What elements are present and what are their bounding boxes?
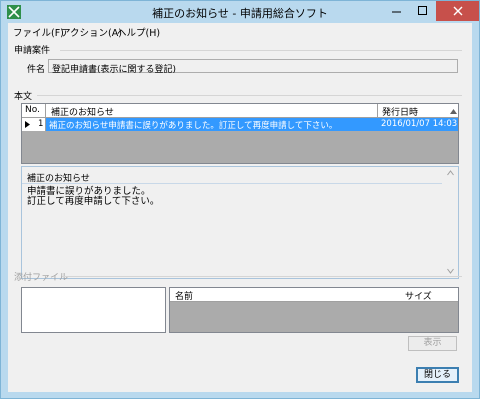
menu-help[interactable]: ヘルプ(H) <box>117 25 160 39</box>
window: 補正のお知らせ - 申請用総合ソフト ファイル(F) アクション(A) ヘルプ(… <box>0 0 480 399</box>
menu-file[interactable]: ファイル(F) <box>13 25 64 39</box>
minimize-icon <box>392 11 401 13</box>
title-bar: 補正のお知らせ - 申請用総合ソフト <box>1 1 479 23</box>
close-button[interactable]: 閉じる <box>416 367 459 383</box>
notice-grid[interactable]: No. 補正のお知らせ 発行日時 1 補正のお知らせ申請書に誤りがありました。訂… <box>21 103 459 164</box>
attachments-divider <box>62 276 462 277</box>
column-no[interactable]: No. <box>25 105 40 115</box>
case-divider <box>60 50 462 51</box>
attachment-grid-header: 名前 サイズ <box>170 288 458 302</box>
row-date: 2016/01/07 14:03 <box>381 119 458 129</box>
close-window-button[interactable] <box>436 1 479 21</box>
scroll-down-icon <box>447 268 454 274</box>
column-separator <box>377 104 378 117</box>
scroll-up-icon <box>447 170 454 176</box>
column-separator <box>45 104 46 117</box>
attachment-folder-list[interactable] <box>21 287 166 333</box>
close-icon <box>453 6 462 16</box>
notice-grid-header: No. 補正のお知らせ 発行日時 <box>22 104 458 118</box>
column-size[interactable]: サイズ <box>405 289 432 302</box>
notice-message-panel: 補正のお知らせ 申請書に誤りがありました。 訂正して再度申請して下さい。 <box>21 166 459 279</box>
attachments-section-label: 添付ファイル <box>14 273 69 283</box>
scroll-up-icon[interactable] <box>450 107 457 117</box>
maximize-button[interactable] <box>410 1 436 21</box>
column-notice[interactable]: 補正のお知らせ <box>51 105 114 118</box>
column-date[interactable]: 発行日時 <box>382 105 418 118</box>
subject-label: 件名 <box>27 65 46 75</box>
client-area: ファイル(F) アクション(A) ヘルプ(H) 申請案件 件名 登記申請書(表示… <box>8 23 472 392</box>
row-subject: 補正のお知らせ申請書に誤りがありました。訂正して再度申請して下さい。 <box>49 121 338 131</box>
show-button[interactable]: 表示 <box>408 336 457 351</box>
message-text: 申請書に誤りがありました。 訂正して再度申請して下さい。 <box>27 186 160 207</box>
row-selection: 補正のお知らせ申請書に誤りがありました。訂正して再度申請して下さい。 2016/… <box>46 118 458 131</box>
current-row-icon <box>25 121 30 128</box>
case-section-label: 申請案件 <box>14 46 51 56</box>
row-no: 1 <box>38 119 44 129</box>
attachment-grid[interactable]: 名前 サイズ <box>169 287 459 333</box>
body-divider <box>37 95 462 96</box>
subject-field: 登記申請書(表示に関する登記) <box>48 59 458 75</box>
row-header[interactable]: 1 <box>22 118 46 131</box>
table-row[interactable]: 1 補正のお知らせ申請書に誤りがありました。訂正して再度申請して下さい。 201… <box>22 118 458 131</box>
body-section-label: 本文 <box>14 92 33 102</box>
message-scrollbar[interactable] <box>444 167 457 277</box>
minimize-button[interactable] <box>384 1 410 21</box>
menu-bar: ファイル(F) アクション(A) ヘルプ(H) <box>8 23 472 39</box>
message-divider <box>22 183 442 184</box>
menu-action[interactable]: アクション(A) <box>61 25 122 39</box>
column-name[interactable]: 名前 <box>175 289 193 302</box>
maximize-icon <box>418 6 427 15</box>
